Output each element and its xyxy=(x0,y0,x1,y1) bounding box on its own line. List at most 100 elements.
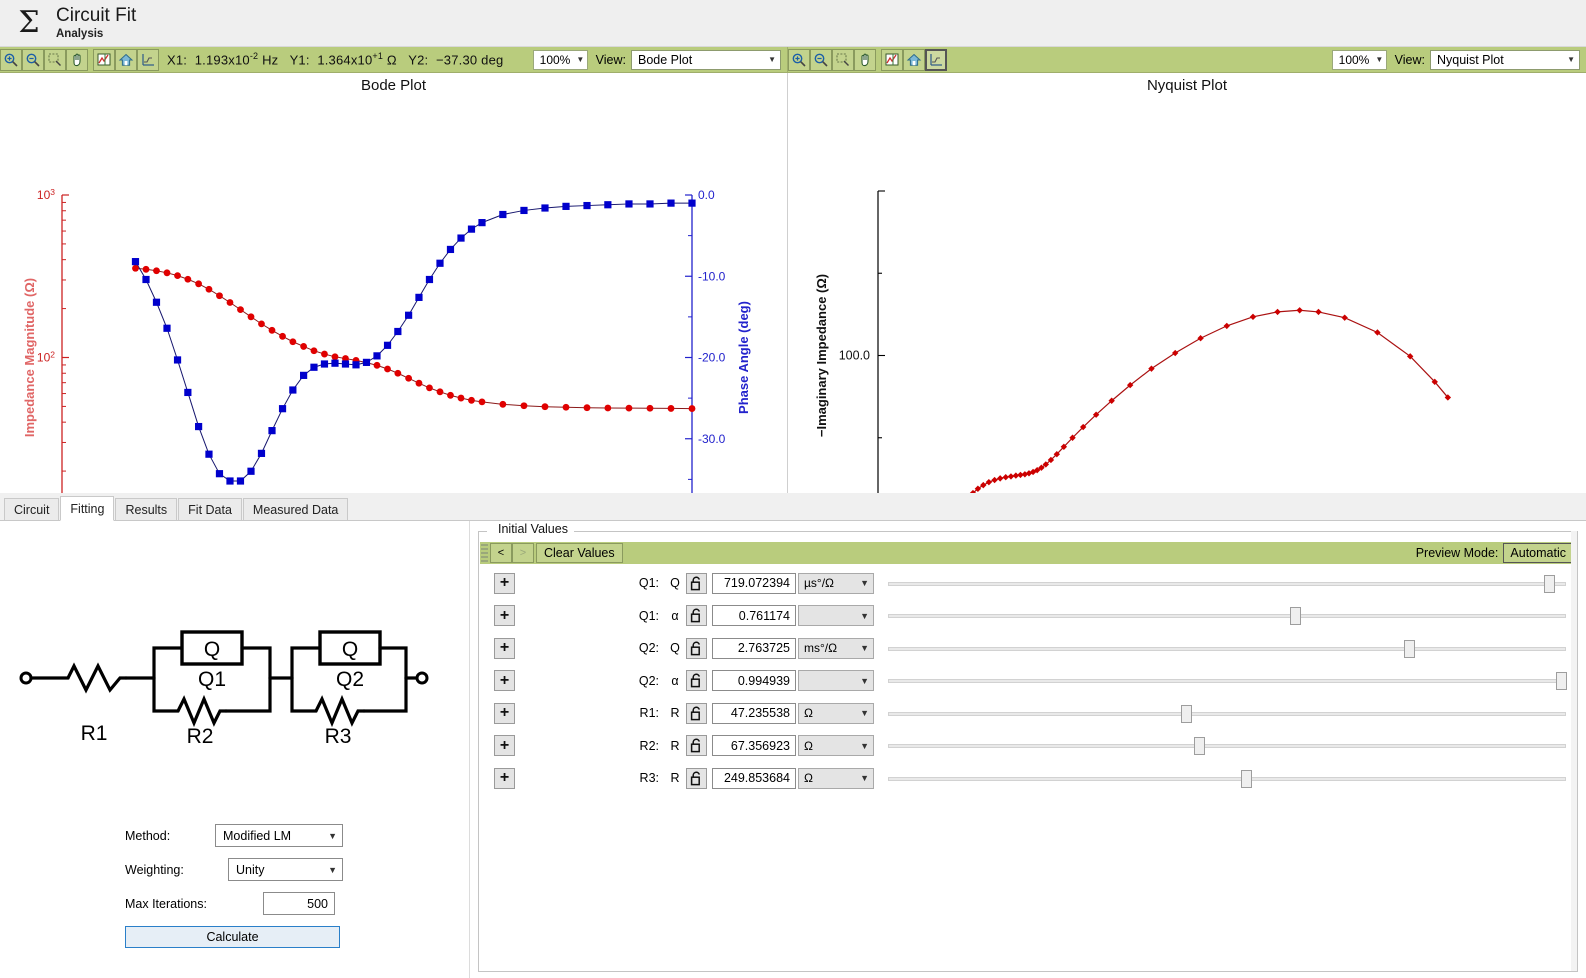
parameter-row: + Q1: α 0.761174 ▼ xyxy=(480,600,1576,633)
prev-values-button[interactable]: < xyxy=(490,543,512,563)
parameter-value-input[interactable]: 2.763725 xyxy=(712,637,796,659)
parameter-value-input[interactable]: 719.072394 xyxy=(712,572,796,594)
lock-icon[interactable] xyxy=(686,735,707,757)
chevron-down-icon: ▼ xyxy=(1567,55,1575,64)
pan-hand-icon[interactable] xyxy=(66,48,88,71)
tab-fit-data[interactable]: Fit Data xyxy=(178,498,242,520)
zoom-in-icon[interactable] xyxy=(0,48,22,71)
axis-reset-icon[interactable] xyxy=(925,48,947,71)
tab-results[interactable]: Results xyxy=(115,498,178,520)
lock-icon[interactable] xyxy=(686,605,707,627)
parameter-name: R2: xyxy=(639,738,659,753)
circuit-r3-label: R3 xyxy=(325,725,352,746)
parameter-value-input[interactable]: 249.853684 xyxy=(712,767,796,789)
expand-parameter-button[interactable]: + xyxy=(494,735,515,757)
circuit-and-settings: Q Q Q1 Q2 R1 R2 R3 Method: Modified LM ▼… xyxy=(0,521,470,978)
parameter-slider[interactable] xyxy=(888,670,1568,691)
svg-text:Phase Angle (deg): Phase Angle (deg) xyxy=(736,301,751,414)
tab-fitting[interactable]: Fitting xyxy=(60,496,115,521)
zoom-out-icon[interactable] xyxy=(22,48,44,71)
zoom-level-select[interactable]: 100% ▼ xyxy=(532,49,588,70)
calculate-button[interactable]: Calculate xyxy=(125,926,340,948)
parameter-name: Q1: xyxy=(638,576,659,591)
rubber-band-zoom-icon[interactable] xyxy=(44,48,66,71)
bode-plot[interactable]: Bode Plot 10−210−11001011021031041011021… xyxy=(0,73,788,567)
tab-measured-data[interactable]: Measured Data xyxy=(242,498,349,520)
view-select-nyquist[interactable]: Nyquist Plot ▼ xyxy=(1430,49,1580,70)
weighting-value: Unity xyxy=(236,862,265,877)
axis-reset-icon[interactable] xyxy=(137,48,159,71)
max-iterations-input[interactable]: 500 xyxy=(262,892,335,915)
slider-thumb[interactable] xyxy=(1403,639,1415,658)
drag-handle-icon[interactable] xyxy=(481,544,488,562)
parameter-value-input[interactable]: 0.994939 xyxy=(712,670,796,692)
expand-parameter-button[interactable]: + xyxy=(494,605,515,627)
svg-text:-10.0: -10.0 xyxy=(698,269,726,283)
next-values-button[interactable]: > xyxy=(512,543,534,563)
parameter-slider[interactable] xyxy=(888,573,1566,594)
circuit-diagram[interactable]: Q Q Q1 Q2 R1 R2 R3 xyxy=(12,616,432,746)
slider-thumb[interactable] xyxy=(1556,672,1568,691)
chevron-down-icon: ▼ xyxy=(860,708,869,719)
expand-parameter-button[interactable]: + xyxy=(494,637,515,659)
zoom-in-icon[interactable] xyxy=(788,48,810,71)
chevron-down-icon: ▼ xyxy=(860,740,869,751)
rubber-band-zoom-icon[interactable] xyxy=(832,48,854,71)
parameter-slider[interactable] xyxy=(888,605,1566,626)
slider-thumb[interactable] xyxy=(1544,574,1556,593)
expand-parameter-button[interactable]: + xyxy=(494,572,515,594)
home-icon[interactable] xyxy=(115,48,137,71)
page-title: Circuit Fit xyxy=(56,4,137,26)
tab-circuit[interactable]: Circuit xyxy=(4,498,60,520)
cursor-chart-icon[interactable] xyxy=(93,48,115,71)
parameter-slider[interactable] xyxy=(888,638,1566,659)
parameter-unit-select[interactable]: Ω ▼ xyxy=(798,767,874,789)
parameter-value-input[interactable]: 47.235538 xyxy=(712,702,796,724)
parameter-slider[interactable] xyxy=(888,703,1566,724)
parameter-unit-value: µs°/Ω xyxy=(804,576,835,591)
parameter-symbol: R xyxy=(670,771,680,786)
parameter-unit-select[interactable]: ▼ xyxy=(798,670,874,692)
circuit-q1-box-label: Q xyxy=(204,638,220,661)
nyquist-plot[interactable]: Nyquist Plot 0.0100.0200.0300.0400.00.01… xyxy=(788,73,1586,567)
weighting-select[interactable]: Unity ▼ xyxy=(228,858,343,881)
slider-thumb[interactable] xyxy=(1194,737,1206,756)
parameter-unit-select[interactable]: Ω ▼ xyxy=(798,702,874,724)
clear-values-button[interactable]: Clear Values xyxy=(536,543,623,563)
svg-text:Impedance Magnitude (Ω): Impedance Magnitude (Ω) xyxy=(22,278,37,437)
lock-icon[interactable] xyxy=(686,637,707,659)
method-select[interactable]: Modified LM ▼ xyxy=(215,824,343,847)
view-select-bode[interactable]: Bode Plot ▼ xyxy=(631,49,781,70)
zoom-out-icon[interactable] xyxy=(810,48,832,71)
parameter-symbol: Q xyxy=(670,641,680,656)
lock-icon[interactable] xyxy=(686,767,707,789)
expand-parameter-button[interactable]: + xyxy=(494,767,515,789)
expand-parameter-button[interactable]: + xyxy=(494,702,515,724)
svg-text:-20.0: -20.0 xyxy=(698,351,726,365)
lock-icon[interactable] xyxy=(686,670,707,692)
slider-thumb[interactable] xyxy=(1180,704,1192,723)
parameter-slider[interactable] xyxy=(888,735,1566,756)
slider-thumb[interactable] xyxy=(1289,607,1301,626)
lock-icon[interactable] xyxy=(686,702,707,724)
circuit-q2-label: Q2 xyxy=(336,668,364,691)
chevron-down-icon: ▼ xyxy=(860,610,869,621)
parameter-unit-select[interactable]: µs°/Ω ▼ xyxy=(798,572,874,594)
home-icon[interactable] xyxy=(903,48,925,71)
pan-hand-icon[interactable] xyxy=(854,48,876,71)
cursor-coordinates: X1: 1.193x10-2 Hz Y1: 1.364x10+1 Ω Y2: −… xyxy=(167,51,504,68)
parameter-unit-select[interactable]: Ω ▼ xyxy=(798,735,874,757)
parameter-unit-select[interactable]: ms°/Ω ▼ xyxy=(798,637,874,659)
parameter-value-input[interactable]: 0.761174 xyxy=(712,605,796,627)
parameter-value-input[interactable]: 67.356923 xyxy=(712,735,796,757)
cursor-chart-icon[interactable] xyxy=(881,48,903,71)
parameter-symbol: R xyxy=(670,738,680,753)
parameter-unit-select[interactable]: ▼ xyxy=(798,605,874,627)
parameter-slider[interactable] xyxy=(888,768,1566,789)
slider-thumb[interactable] xyxy=(1240,769,1252,788)
zoom-level-select[interactable]: 100% ▼ xyxy=(1331,49,1387,70)
view-label: View: xyxy=(1394,52,1425,67)
expand-parameter-button[interactable]: + xyxy=(494,670,515,692)
lock-icon[interactable] xyxy=(686,572,707,594)
preview-mode-button[interactable]: Automatic xyxy=(1503,543,1573,563)
